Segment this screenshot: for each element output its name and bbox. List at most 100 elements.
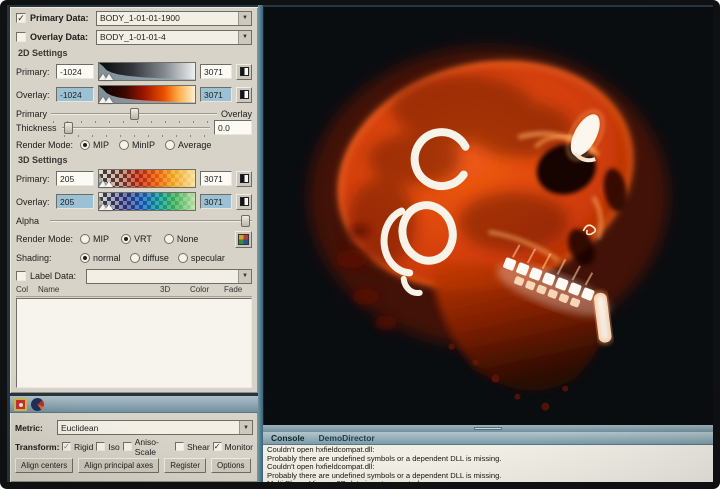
2d-overlay-max-input[interactable]: 3071	[200, 87, 232, 102]
label-table-body[interactable]	[16, 298, 252, 388]
dropdown-arrow-icon[interactable]: ▼	[239, 421, 252, 434]
label-data-dropdown[interactable]: ▼	[86, 269, 252, 284]
radio-icon	[178, 253, 188, 263]
label-data-checkbox[interactable]: ✓	[16, 271, 26, 281]
3d-overlay-row: Overlay: 205 3071	[16, 191, 252, 212]
checkbox-label: Iso	[108, 442, 119, 452]
column-header-col[interactable]: Col	[16, 285, 38, 296]
horizontal-splitter[interactable]	[263, 425, 713, 432]
colormap-editor-button[interactable]	[235, 231, 252, 248]
2d-primary-min-input[interactable]: -1024	[56, 64, 94, 79]
alpha-slider[interactable]	[50, 214, 252, 228]
radio-average[interactable]: Average	[165, 140, 211, 150]
radio-label: MIP	[93, 140, 109, 150]
3d-render-mode-row: Render Mode: MIP VRT None	[16, 231, 252, 247]
checkbox-icon: ✓	[213, 442, 222, 451]
registration-title-bar[interactable]	[10, 396, 258, 413]
blend-right-label: Overlay	[221, 109, 252, 119]
colormap-options-button[interactable]	[236, 194, 252, 210]
contrast-icon	[240, 174, 249, 183]
radio-label: Average	[178, 140, 211, 150]
3d-primary-max-input[interactable]: 3071	[200, 171, 232, 186]
column-header-fade[interactable]: Fade	[224, 285, 252, 296]
2d-render-mode-label: Render Mode:	[16, 140, 76, 150]
radio-diffuse[interactable]: diffuse	[130, 253, 169, 263]
console-output: Couldn't open hxfieldcompat.dll: Probabl…	[263, 445, 713, 489]
colormap-options-button[interactable]	[236, 64, 252, 80]
primary-data-checkbox[interactable]: ✓	[16, 13, 26, 23]
radio-none[interactable]: None	[164, 234, 199, 244]
options-button[interactable]: Options	[211, 458, 251, 473]
checkbox-icon: ✓	[62, 442, 71, 451]
checkbox-iso[interactable]: ✓Iso	[96, 442, 119, 452]
checkbox-monitor[interactable]: ✓Monitor	[213, 442, 253, 452]
dropdown-arrow-icon[interactable]: ▼	[238, 31, 251, 44]
console-title-bar[interactable]: Console DemoDirector	[263, 432, 713, 445]
metric-dropdown[interactable]: Euclidean ▼	[57, 420, 253, 435]
register-button[interactable]: Register	[164, 458, 206, 473]
radio-mip[interactable]: MIP	[80, 140, 109, 150]
2d-overlay-row: Overlay: -1024 3071	[16, 84, 252, 105]
metric-row: Metric: Euclidean ▼	[15, 420, 253, 435]
splitter-grip[interactable]	[474, 427, 502, 430]
radio-normal[interactable]: normal	[80, 253, 121, 263]
dropdown-arrow-icon[interactable]: ▼	[238, 270, 251, 283]
2d-primary-max-input[interactable]: 3071	[200, 64, 232, 79]
histogram-overlay	[99, 63, 195, 80]
overlay-data-label: Overlay Data:	[30, 32, 92, 42]
column-header-name[interactable]: Name	[38, 285, 160, 296]
data-module-icon	[14, 398, 27, 411]
overlay-data-dropdown[interactable]: BODY_1-01-01-4 ▼	[96, 30, 252, 45]
3d-overlay-min-input[interactable]: 205	[56, 194, 94, 209]
primary-data-row: ✓ Primary Data: BODY_1-01-01-1900 ▼	[16, 10, 252, 26]
tab-console[interactable]: Console	[271, 433, 305, 443]
3d-overlay-max-input[interactable]: 3071	[200, 194, 232, 209]
range-handle-right[interactable]	[105, 74, 113, 80]
align-centers-button[interactable]: Align centers	[15, 458, 73, 473]
3d-primary-min-input[interactable]: 205	[56, 171, 94, 186]
column-header-color[interactable]: Color	[190, 285, 224, 296]
overlay-data-checkbox[interactable]: ✓	[16, 32, 26, 42]
tab-demodirector[interactable]: DemoDirector	[319, 433, 375, 443]
slider-handle[interactable]	[241, 215, 250, 227]
thickness-row: Thickness 0.0	[16, 119, 252, 136]
colormap-options-button[interactable]	[236, 87, 252, 103]
checkbox-rigid[interactable]: ✓Rigid	[62, 442, 93, 452]
radio-minip[interactable]: MinIP	[119, 140, 155, 150]
3d-viewport[interactable]	[263, 7, 713, 425]
shading-row: Shading: normal diffuse specular	[16, 250, 252, 266]
slider-handle[interactable]	[64, 122, 73, 134]
3d-primary-colormap[interactable]	[98, 169, 196, 188]
dropdown-arrow-icon[interactable]: ▼	[238, 12, 251, 25]
thickness-value-input[interactable]: 0.0	[214, 120, 252, 135]
console-line: Multi Planar Viewer: 2D data is not supp…	[267, 480, 709, 489]
checkbox-shear[interactable]: ✓Shear	[175, 442, 210, 452]
console-window: Console DemoDirector Couldn't open hxfie…	[263, 432, 713, 482]
range-handle-right[interactable]	[105, 204, 113, 210]
radio-specular[interactable]: specular	[178, 253, 225, 263]
radio-label: MinIP	[132, 140, 155, 150]
slider-track	[50, 220, 252, 222]
2d-overlay-min-input[interactable]: -1024	[56, 87, 94, 102]
column-header-3d[interactable]: 3D	[160, 285, 190, 296]
align-principal-axes-button[interactable]: Align principal axes	[78, 458, 159, 473]
radio-icon	[80, 234, 90, 244]
radio-mip-3d[interactable]: MIP	[80, 234, 109, 244]
3d-primary-label: Primary:	[16, 174, 52, 184]
2d-primary-colormap[interactable]	[98, 62, 196, 81]
primary-data-value: BODY_1-01-01-1900	[97, 12, 238, 25]
range-handle-right[interactable]	[105, 181, 113, 187]
2d-overlay-colormap[interactable]	[98, 85, 196, 104]
radio-icon	[164, 234, 174, 244]
radio-vrt[interactable]: VRT	[121, 234, 152, 244]
contrast-icon	[240, 197, 249, 206]
range-handle-right[interactable]	[105, 97, 113, 103]
primary-data-dropdown[interactable]: BODY_1-01-01-1900 ▼	[96, 11, 252, 26]
radio-label: MIP	[93, 234, 109, 244]
checkbox-icon: ✓	[123, 442, 132, 451]
checkbox-aniso-scale[interactable]: ✓Aniso-Scale	[123, 437, 172, 457]
3d-overlay-colormap[interactable]	[98, 192, 196, 211]
colormap-options-button[interactable]	[236, 171, 252, 187]
thickness-slider[interactable]	[62, 121, 210, 135]
amira-logo-icon	[31, 398, 44, 411]
